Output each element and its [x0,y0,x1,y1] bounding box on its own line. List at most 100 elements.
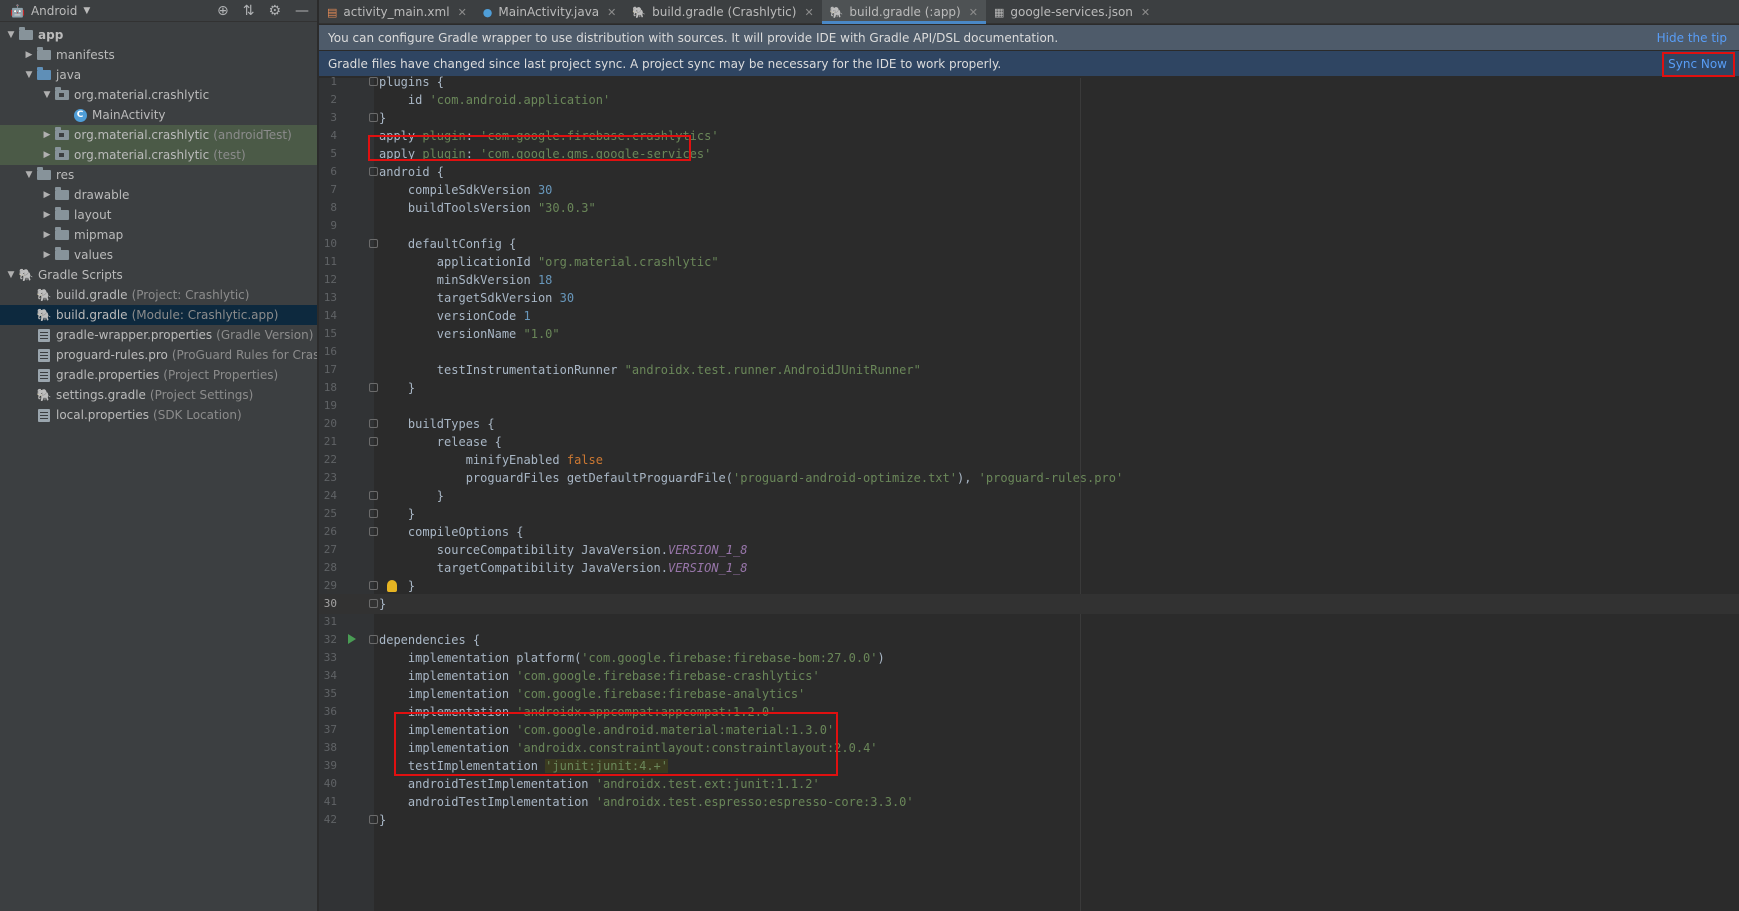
code-line[interactable]: 24 } [319,486,1739,506]
expanded-arrow-icon[interactable]: ▼ [4,270,18,280]
code-line[interactable]: 19 [319,396,1739,416]
close-icon[interactable]: ✕ [1141,6,1150,19]
tree-item[interactable]: ▶ org.material.crashlytic (androidTest) [0,125,317,145]
tree-item[interactable]: ▼ 🐘 Gradle Scripts [0,265,317,285]
tree-item[interactable]: ▼ org.material.crashlytic [0,85,317,105]
editor-tab[interactable]: ● MainActivity.java ✕ [475,0,625,24]
collapsed-arrow-icon[interactable]: ▶ [40,230,54,240]
tree-item[interactable]: proguard-rules.pro (ProGuard Rules for Cr… [0,345,317,365]
expanded-arrow-icon[interactable]: ▼ [40,90,54,100]
fold-marker-icon[interactable] [369,509,378,518]
code-line[interactable]: 16 [319,342,1739,362]
code-line[interactable]: 33 implementation platform('com.google.f… [319,648,1739,668]
tree-item[interactable]: 🐘 build.gradle (Module: Crashlytic.app) [0,305,317,325]
editor-tab[interactable]: ▦ google-services.json ✕ [986,0,1158,24]
code-line[interactable]: 20 buildTypes { [319,414,1739,434]
code-line[interactable]: 31 [319,612,1739,632]
tree-item[interactable]: 🐘 build.gradle (Project: Crashlytic) [0,285,317,305]
code-line[interactable]: 25 } [319,504,1739,524]
expanded-arrow-icon[interactable]: ▼ [22,70,36,80]
fold-marker-icon[interactable] [369,419,378,428]
fold-marker-icon[interactable] [369,383,378,392]
tree-item[interactable]: ▶ manifests [0,45,317,65]
tree-item[interactable]: C MainActivity [0,105,317,125]
code-line[interactable]: 2 id 'com.android.application' [319,90,1739,110]
fold-marker-icon[interactable] [369,491,378,500]
collapsed-arrow-icon[interactable]: ▶ [40,210,54,220]
close-icon[interactable]: ✕ [607,6,616,19]
tree-item[interactable]: ▼ res [0,165,317,185]
hide-tip-link[interactable]: Hide the tip [1657,31,1727,45]
tree-item[interactable]: ▼ app [0,25,317,45]
tree-item[interactable]: ▶ layout [0,205,317,225]
code-line[interactable]: 29 } [319,576,1739,596]
code-line[interactable]: 13 targetSdkVersion 30 [319,288,1739,308]
code-line[interactable]: 21 release { [319,432,1739,452]
code-line[interactable]: 14 versionCode 1 [319,306,1739,326]
code-line[interactable]: 6 android { [319,162,1739,182]
expanded-arrow-icon[interactable]: ▼ [4,30,18,40]
code-line[interactable]: 15 versionName "1.0" [319,324,1739,344]
close-icon[interactable]: ✕ [804,6,813,19]
code-line[interactable]: 40 androidTestImplementation 'androidx.t… [319,774,1739,794]
code-line[interactable]: 41 androidTestImplementation 'androidx.t… [319,792,1739,812]
code-line[interactable]: 32 dependencies { [319,630,1739,650]
fold-marker-icon[interactable] [369,437,378,446]
fold-marker-icon[interactable] [369,77,378,86]
code-line[interactable]: 22 minifyEnabled false [319,450,1739,470]
code-line[interactable]: 10 defaultConfig { [319,234,1739,254]
fold-marker-icon[interactable] [369,113,378,122]
fold-marker-icon[interactable] [369,581,378,590]
code-line[interactable]: 35 implementation 'com.google.firebase:f… [319,684,1739,704]
tree-item[interactable]: gradle-wrapper.properties (Gradle Version… [0,325,317,345]
code-line[interactable]: 26 compileOptions { [319,522,1739,542]
close-icon[interactable]: ✕ [969,6,978,19]
run-icon[interactable] [348,634,356,644]
editor-tab[interactable]: ▤ activity_main.xml ✕ [319,0,475,24]
collapsed-arrow-icon[interactable]: ▶ [40,150,54,160]
collapsed-arrow-icon[interactable]: ▶ [22,50,36,60]
fold-marker-icon[interactable] [369,167,378,176]
code-line[interactable]: 23 proguardFiles getDefaultProguardFile(… [319,468,1739,488]
collapse-all-icon[interactable]: ⇅ [243,3,255,19]
collapsed-arrow-icon[interactable]: ▶ [40,130,54,140]
editor-tab[interactable]: 🐘 build.gradle (:app) ✕ [821,0,987,24]
code-line[interactable]: 8 buildToolsVersion "30.0.3" [319,198,1739,218]
tree-item[interactable]: ▶ org.material.crashlytic (test) [0,145,317,165]
tree-item[interactable]: 🐘 settings.gradle (Project Settings) [0,385,317,405]
close-icon[interactable]: ✕ [458,6,467,19]
code-line[interactable]: 12 minSdkVersion 18 [319,270,1739,290]
fold-marker-icon[interactable] [369,599,378,608]
gear-icon[interactable]: ⚙ [268,3,281,19]
code-line[interactable]: 7 compileSdkVersion 30 [319,180,1739,200]
code-line[interactable]: 1 plugins { [319,72,1739,92]
code-line[interactable]: 18 } [319,378,1739,398]
tree-item[interactable]: local.properties (SDK Location) [0,405,317,425]
tree-item[interactable]: gradle.properties (Project Properties) [0,365,317,385]
tree-item[interactable]: ▼ java [0,65,317,85]
editor-tab[interactable]: 🐘 build.gradle (Crashlytic) ✕ [624,0,821,24]
code-line[interactable]: 27 sourceCompatibility JavaVersion.VERSI… [319,540,1739,560]
tree-item[interactable]: ▶ mipmap [0,225,317,245]
fold-marker-icon[interactable] [369,527,378,536]
fold-marker-icon[interactable] [369,815,378,824]
code-line[interactable]: 34 implementation 'com.google.firebase:f… [319,666,1739,686]
code-line[interactable]: 17 testInstrumentationRunner "androidx.t… [319,360,1739,380]
code-line[interactable]: 28 targetCompatibility JavaVersion.VERSI… [319,558,1739,578]
code-line[interactable]: 9 [319,216,1739,236]
locate-file-icon[interactable]: ⊕ [217,3,229,19]
fold-marker-icon[interactable] [369,635,378,644]
tree-item[interactable]: ▶ values [0,245,317,265]
chevron-down-icon[interactable]: ▼ [83,6,90,16]
code-line[interactable]: 3} [319,108,1739,128]
collapsed-arrow-icon[interactable]: ▶ [40,250,54,260]
collapsed-arrow-icon[interactable]: ▶ [40,190,54,200]
tree-item[interactable]: ▶ drawable [0,185,317,205]
hide-panel-icon[interactable]: — [295,3,309,19]
code-editor[interactable]: 1 plugins {2 id 'com.android.application'… [319,75,1739,911]
code-line[interactable]: 42} [319,810,1739,830]
fold-marker-icon[interactable] [369,239,378,248]
code-line[interactable]: 11 applicationId "org.material.crashlyti… [319,252,1739,272]
code-line[interactable]: 30} [319,594,1739,614]
expanded-arrow-icon[interactable]: ▼ [22,170,36,180]
